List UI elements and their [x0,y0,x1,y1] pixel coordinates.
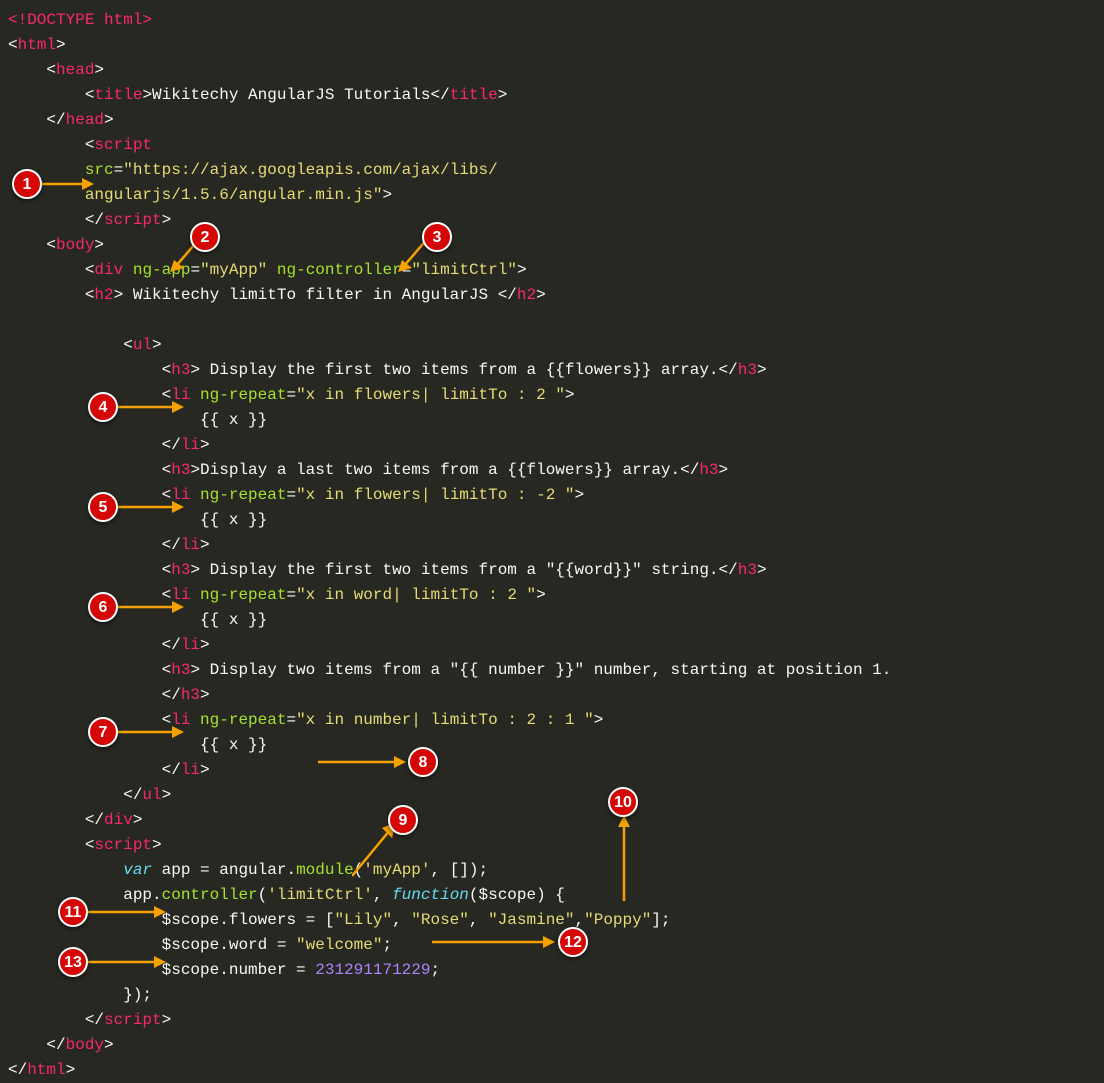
marker-10: 10 [608,787,638,817]
code-line: </html> [0,1058,1104,1083]
marker-8: 8 [408,747,438,777]
code-line: <body> [0,233,1104,258]
code-line: <h3>Display a last two items from a {{fl… [0,458,1104,483]
code-line: </div> [0,808,1104,833]
code-line: </script> [0,1008,1104,1033]
arrow-13 [88,953,168,973]
code-line: <title>Wikitechy AngularJS Tutorials</ti… [0,83,1104,108]
arrow-7 [116,723,186,743]
code-line: <div ng-app="myApp" ng-controller="limit… [0,258,1104,283]
code-line: </li> [0,533,1104,558]
arrow-4 [116,398,186,418]
arrow-12 [432,933,557,953]
marker-12: 12 [558,927,588,957]
code-line: </li> [0,633,1104,658]
code-line: <h3> Display the first two items from a … [0,358,1104,383]
code-line: </h3> [0,683,1104,708]
arrow-10 [615,815,635,905]
code-line: <script [0,133,1104,158]
arrow-5 [116,498,186,518]
code-line: </head> [0,108,1104,133]
arrow-8 [318,753,408,773]
marker-7: 7 [88,717,118,747]
code-line: var app = angular.module('myApp', []); [0,858,1104,883]
code-line: </script> [0,208,1104,233]
code-line: <h3> Display the first two items from a … [0,558,1104,583]
marker-11: 11 [58,897,88,927]
code-line: </ul> [0,783,1104,808]
marker-3: 3 [422,222,452,252]
marker-13: 13 [58,947,88,977]
marker-5: 5 [88,492,118,522]
marker-6: 6 [88,592,118,622]
code-line: </body> [0,1033,1104,1058]
code-line: angularjs/1.5.6/angular.min.js"> [0,183,1104,208]
code-line: <h3> Display two items from a "{{ number… [0,658,1104,683]
code-line: <h2> Wikitechy limitTo filter in Angular… [0,283,1104,308]
code-line: <head> [0,58,1104,83]
marker-9: 9 [388,805,418,835]
code-line: <ul> [0,333,1104,358]
code-line: <script> [0,833,1104,858]
code-line: </li> [0,758,1104,783]
marker-1: 1 [12,169,42,199]
code-line: }); [0,983,1104,1008]
marker-4: 4 [88,392,118,422]
code-line: src="https://ajax.googleapis.com/ajax/li… [0,158,1104,183]
arrow-11 [88,903,168,923]
code-line: <html> [0,33,1104,58]
code-line [0,308,1104,333]
arrow-6 [116,598,186,618]
code-line: <!DOCTYPE html> [0,8,1104,33]
arrow-1 [40,175,95,195]
marker-2: 2 [190,222,220,252]
code-line: </li> [0,433,1104,458]
